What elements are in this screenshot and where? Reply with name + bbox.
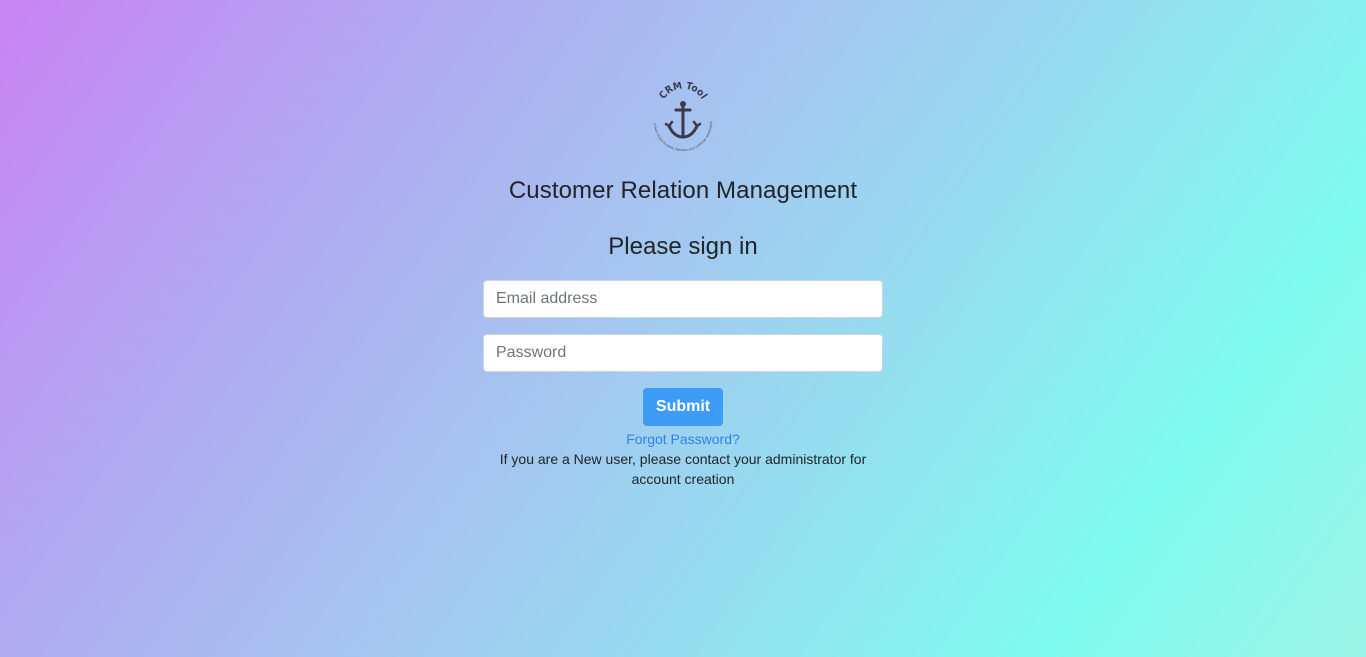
submit-button[interactable]: Submit	[642, 388, 724, 426]
password-input[interactable]	[483, 334, 883, 372]
svg-text:CRM Tool: CRM Tool	[657, 82, 708, 101]
email-input[interactable]	[483, 280, 883, 318]
signin-title: Please sign in	[608, 233, 758, 260]
logo-text: CRM Tool	[657, 82, 708, 101]
app-title: Customer Relation Management	[508, 177, 858, 204]
crm-tool-logo: CRM Tool Your best choice to easily main…	[648, 82, 713, 152]
new-user-info: If you are a New user, please contact yo…	[499, 451, 867, 487]
anchor-icon	[664, 101, 702, 139]
login-page: CRM Tool Your best choice to easily main…	[0, 0, 1366, 657]
forgot-password-link[interactable]: Forgot Password?	[626, 429, 740, 449]
